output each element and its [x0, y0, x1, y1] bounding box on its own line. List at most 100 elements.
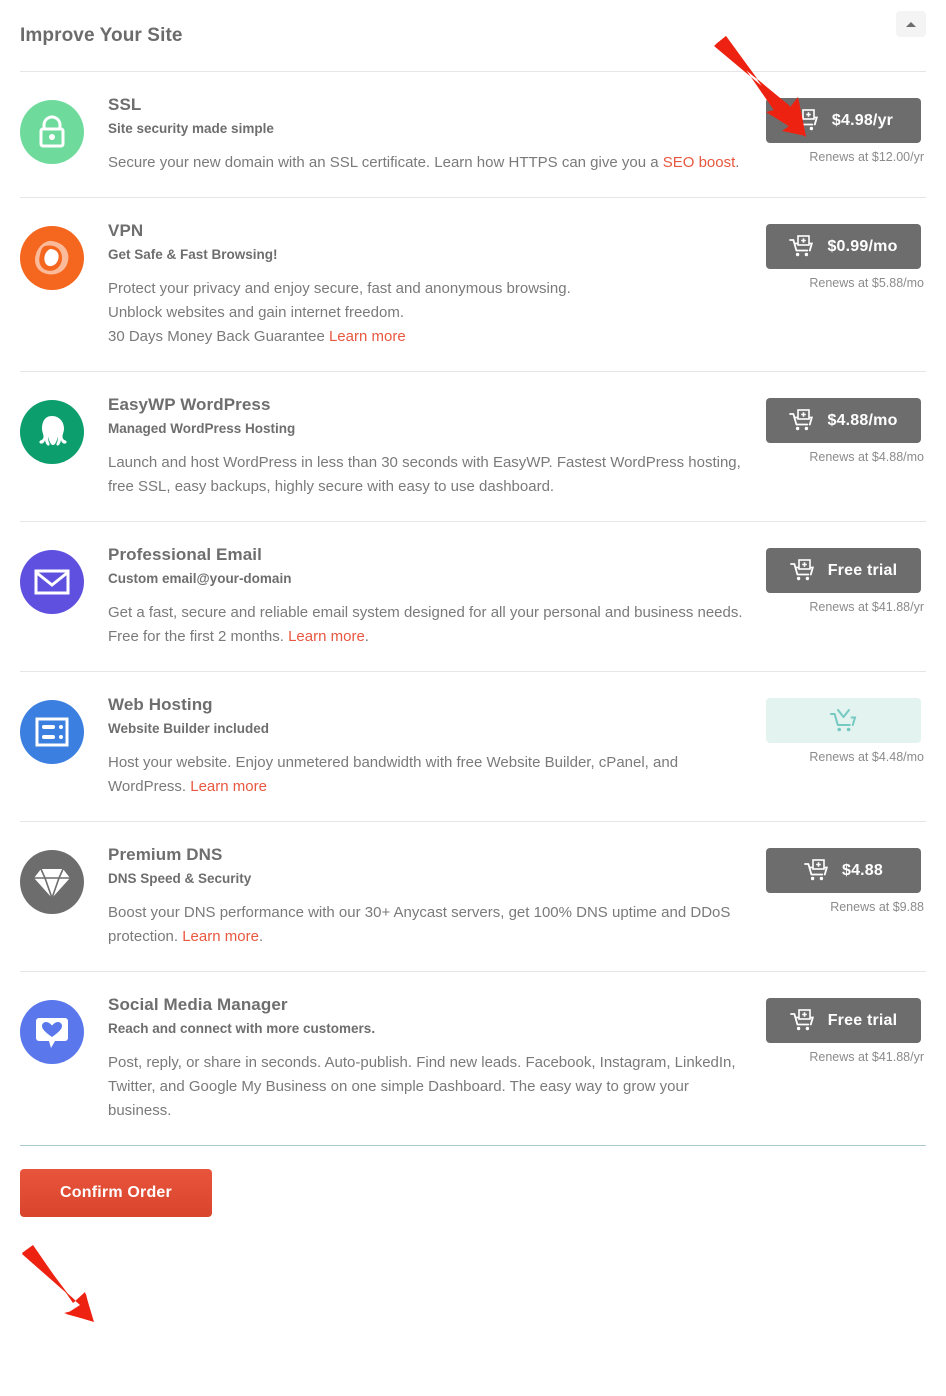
lock-icon	[20, 100, 84, 164]
ssl-add-to-cart-button[interactable]: $4.98/yr	[766, 98, 921, 143]
renewal-price-label: Renews at $5.88/mo	[809, 276, 924, 290]
product-icon-cell	[20, 394, 108, 464]
product-cta-cell: Free trial Renews at $41.88/yr	[766, 994, 926, 1064]
diamond-icon	[34, 868, 70, 900]
page-title: Improve Your Site	[20, 24, 183, 46]
panel-header: Improve Your Site	[0, 0, 946, 71]
server-panel-icon	[35, 717, 69, 747]
product-description-text: Get a fast, secure and reliable email sy…	[108, 604, 743, 645]
renewal-price-label: Renews at $9.88	[830, 900, 924, 914]
cart-check-icon	[829, 708, 856, 731]
product-cta-cell: $0.99/mo Renews at $5.88/mo	[766, 220, 926, 290]
product-description: Boost your DNS performance with our 30+ …	[108, 901, 746, 949]
product-learn-more-link[interactable]: Learn more	[329, 328, 406, 345]
heart-bubble-icon	[36, 1018, 68, 1048]
product-title: VPN	[108, 221, 144, 240]
product-row: Premium DNS DNS Speed & Security Boost you…	[20, 821, 926, 971]
renewal-price-label: Renews at $4.48/mo	[809, 750, 924, 764]
web-hosting-in-cart-button[interactable]	[766, 698, 921, 743]
cta-price-label: Free trial	[827, 561, 898, 579]
product-learn-more-link[interactable]: Learn more	[288, 628, 365, 645]
product-description: Get a fast, secure and reliable email sy…	[108, 601, 746, 649]
cart-plus-icon	[789, 1008, 814, 1030]
product-learn-more-link[interactable]: SEO boost	[663, 154, 736, 171]
cart-plus-icon	[804, 858, 828, 880]
collapse-panel-button[interactable]	[896, 11, 926, 37]
product-text-cell: Web Hosting Website Builder included Host …	[108, 694, 766, 799]
product-cta-cell: Free trial Renews at $41.88/yr	[766, 544, 926, 614]
cta-price-label: $4.88/mo	[827, 411, 898, 429]
product-learn-more-link[interactable]: Learn more	[182, 928, 259, 945]
octopus-icon	[39, 416, 67, 446]
cart-plus-icon	[789, 234, 814, 256]
product-row: SSL Site security made simple Secure your …	[20, 71, 926, 197]
cart-plus-icon	[789, 408, 814, 430]
product-title: Professional Email	[108, 545, 262, 564]
product-title: SSL	[108, 95, 142, 114]
product-description-text: Post, reply, or share in seconds. Auto-p…	[108, 1054, 736, 1119]
product-icon-cell	[20, 220, 108, 290]
cart-plus-icon	[789, 558, 814, 580]
diamond-icon	[20, 850, 84, 914]
product-description: Post, reply, or share in seconds. Auto-p…	[108, 1051, 746, 1123]
octopus-icon	[20, 400, 84, 464]
product-icon-cell	[20, 994, 108, 1064]
product-learn-more-link[interactable]: Learn more	[190, 778, 267, 795]
product-description-suffix: .	[364, 628, 369, 645]
confirm-order-button[interactable]: Confirm Order	[20, 1169, 212, 1217]
product-title: Web Hosting	[108, 695, 213, 714]
product-title: EasyWP WordPress	[108, 395, 271, 414]
product-cta-cell: $4.88/mo Renews at $4.88/mo	[766, 394, 926, 464]
product-cta-cell: $4.88 Renews at $9.88	[766, 844, 926, 914]
product-description: Launch and host WordPress in less than 3…	[108, 451, 746, 499]
product-text-cell: SSL Site security made simple Secure your …	[108, 94, 766, 175]
renewal-price-label: Renews at $41.88/yr	[809, 600, 924, 614]
product-row: EasyWP WordPress Managed WordPress Hostin…	[20, 371, 926, 521]
product-text-cell: Social Media Manager Reach and connect wi…	[108, 994, 766, 1123]
product-title: Premium DNS	[108, 845, 223, 864]
product-text-cell: Professional Email Custom email@your-doma…	[108, 544, 766, 649]
product-description: Secure your new domain with an SSL certi…	[108, 151, 746, 175]
product-row: Web Hosting Website Builder included Host …	[20, 671, 926, 821]
product-description-suffix: .	[735, 154, 740, 171]
improve-your-site-panel: Improve Your Site SSL Site security made …	[0, 0, 946, 1396]
premium-dns-add-to-cart-button[interactable]: $4.88	[766, 848, 921, 893]
social-media-manager-add-to-cart-button[interactable]: Free trial	[766, 998, 921, 1043]
product-subtitle: Custom email@your-domain	[108, 571, 292, 586]
product-cta-cell: Renews at $4.48/mo	[766, 694, 926, 764]
easywp-wordpress-add-to-cart-button[interactable]: $4.88/mo	[766, 398, 921, 443]
product-icon-cell	[20, 694, 108, 764]
product-subtitle: DNS Speed & Security	[108, 871, 252, 886]
product-text-cell: VPN Get Safe & Fast Browsing! Protect your…	[108, 220, 766, 349]
cta-price-label: $4.98/yr	[831, 111, 894, 129]
product-row: VPN Get Safe & Fast Browsing! Protect your…	[20, 197, 926, 371]
product-title: Social Media Manager	[108, 995, 288, 1014]
renewal-price-label: Renews at $12.00/yr	[809, 150, 924, 164]
product-subtitle: Website Builder included	[108, 721, 270, 736]
vpn-swirl-icon	[20, 226, 84, 290]
envelope-icon	[34, 569, 70, 595]
product-icon-cell	[20, 94, 108, 164]
cta-price-label: $0.99/mo	[827, 237, 898, 255]
product-text-cell: Premium DNS DNS Speed & Security Boost you…	[108, 844, 766, 949]
server-panel-icon	[20, 700, 84, 764]
lock-icon	[39, 115, 65, 148]
cart-plus-icon	[793, 108, 818, 130]
product-description: Host your website. Enjoy unmetered bandw…	[108, 751, 746, 799]
product-description-text: Secure your new domain with an SSL certi…	[108, 154, 663, 171]
product-cta-cell: $4.98/yr Renews at $12.00/yr	[766, 94, 926, 164]
caret-up-icon	[906, 21, 916, 27]
vpn-swirl-icon	[35, 240, 69, 275]
vpn-add-to-cart-button[interactable]: $0.99/mo	[766, 224, 921, 269]
cta-price-label: Free trial	[827, 1011, 898, 1029]
heart-bubble-icon	[20, 1000, 84, 1064]
footer: Confirm Order	[0, 1146, 946, 1217]
professional-email-add-to-cart-button[interactable]: Free trial	[766, 548, 921, 593]
product-row: Social Media Manager Reach and connect wi…	[20, 971, 926, 1145]
product-row: Professional Email Custom email@your-doma…	[20, 521, 926, 671]
product-subtitle: Site security made simple	[108, 121, 274, 136]
envelope-icon	[20, 550, 84, 614]
renewal-price-label: Renews at $41.88/yr	[809, 1050, 924, 1064]
cta-price-label: $4.88	[841, 861, 884, 879]
product-subtitle: Reach and connect with more customers.	[108, 1021, 376, 1036]
